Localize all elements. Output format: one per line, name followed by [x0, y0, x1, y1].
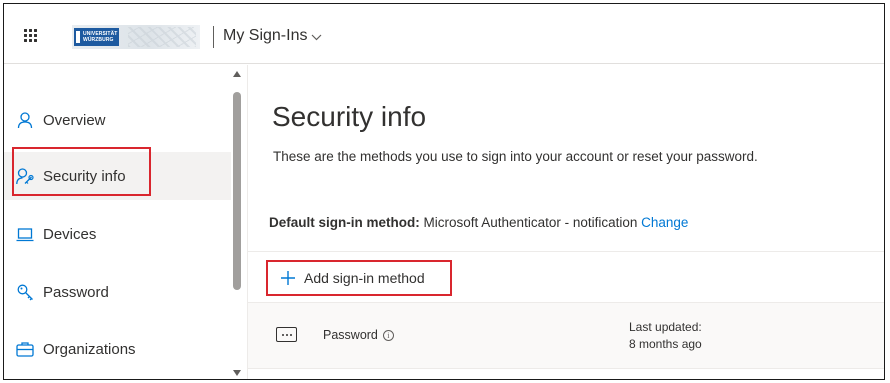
method-row-password: Password i Last updated: 8 months ago [248, 303, 884, 369]
key-icon [16, 283, 34, 301]
scroll-up-arrow-icon[interactable] [233, 71, 241, 77]
last-updated: Last updated: 8 months ago [629, 319, 702, 353]
sidebar-item-label: Password [43, 283, 109, 301]
sidebar-item-devices[interactable]: Devices [4, 210, 231, 258]
laptop-icon [16, 225, 34, 243]
person-key-icon [16, 167, 34, 185]
briefcase-icon [16, 340, 34, 358]
app-title-dropdown[interactable]: My Sign-Ins [223, 27, 322, 45]
sidebar-item-security-info[interactable]: Security info [4, 152, 231, 200]
info-icon[interactable]: i [382, 329, 394, 341]
header-divider [213, 26, 214, 48]
scroll-thumb[interactable] [233, 92, 241, 290]
add-method-label: Add sign-in method [304, 270, 425, 286]
password-dots-icon [276, 327, 297, 342]
last-updated-label: Last updated: [629, 320, 702, 334]
sidebar-item-overview[interactable]: Overview [4, 96, 231, 144]
change-link[interactable]: Change [641, 215, 688, 230]
default-method-label: Default sign-in method: [269, 215, 420, 230]
app-title: My Sign-Ins [223, 27, 308, 44]
sidebar-item-label: Security info [43, 167, 126, 185]
waffle-grid-icon[interactable] [24, 29, 38, 43]
sidebar-item-organizations[interactable]: Organizations [4, 325, 231, 373]
page-subtitle: These are the methods you use to sign in… [273, 149, 758, 164]
add-sign-in-method-button[interactable]: Add sign-in method [266, 260, 452, 296]
main-content: Security info These are the methods you … [248, 65, 884, 379]
plus-icon [280, 270, 296, 286]
default-method-value: Microsoft Authenticator - notification [423, 215, 638, 230]
chevron-down-icon [312, 34, 322, 40]
default-method-line: Default sign-in method: Microsoft Authen… [269, 215, 688, 230]
scroll-down-arrow-icon[interactable] [233, 370, 241, 376]
sidebar-item-password[interactable]: Password [4, 268, 231, 316]
person-icon [16, 111, 34, 129]
sidebar-item-label: Devices [43, 225, 97, 243]
page-title: Security info [272, 101, 427, 132]
browser-frame: UNIVERSITÄT WÜRZBURG My Sign-Ins Overview… [3, 3, 885, 380]
sidebar-nav: Overview Security info Devices Password [4, 65, 244, 379]
sidebar-item-label: Organizations [43, 340, 136, 358]
last-updated-value: 8 months ago [629, 337, 702, 351]
university-logo: UNIVERSITÄT WÜRZBURG [72, 25, 200, 49]
sidebar-scrollbar[interactable] [230, 65, 244, 379]
method-name-text: Password [323, 328, 378, 342]
method-name: Password i [323, 328, 394, 342]
sidebar-item-label: Overview [43, 111, 106, 129]
top-bar: UNIVERSITÄT WÜRZBURG My Sign-Ins [4, 4, 884, 64]
add-method-row: Add sign-in method [248, 251, 884, 303]
